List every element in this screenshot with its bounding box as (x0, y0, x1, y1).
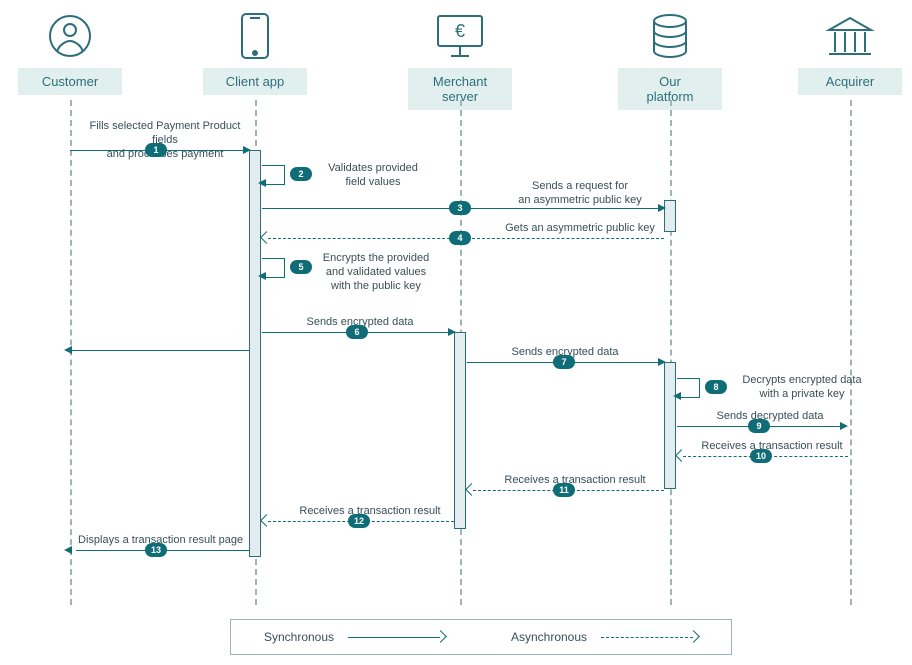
step-num-2: 2 (290, 167, 312, 181)
arrow-head (658, 204, 666, 212)
arrow-head (673, 392, 681, 400)
step-num-11: 11 (553, 483, 575, 497)
phone-icon (195, 10, 315, 62)
arrow-head (258, 272, 266, 280)
arrow-head (243, 146, 251, 154)
lane-merchant: € Merchant server (400, 10, 520, 110)
user-icon (10, 10, 130, 62)
legend: Synchronous Asynchronous (230, 619, 732, 655)
svg-text:€: € (455, 21, 465, 41)
activation-platform-2 (664, 362, 676, 489)
arrow-head (260, 231, 273, 244)
msg-11: Receives a transaction result (495, 474, 655, 488)
lifeline-acquirer (850, 100, 852, 605)
lane-platform: Our platform (610, 10, 730, 110)
legend-label: Asynchronous (511, 630, 587, 644)
step-num-3: 3 (449, 201, 471, 215)
lane-label: Acquirer (798, 68, 902, 95)
step-num-13: 13 (145, 543, 167, 557)
arrow-head (658, 358, 666, 366)
step-num-12: 12 (348, 514, 370, 528)
lane-acquirer: Acquirer (790, 10, 910, 95)
arrow-6b (70, 350, 249, 351)
legend-sync: Synchronous (231, 620, 481, 654)
bank-icon (790, 10, 910, 62)
msg-9: Sends decrypted data (710, 410, 830, 424)
step-num-5: 5 (290, 260, 312, 274)
step-num-1: 1 (145, 143, 167, 157)
msg-12: Receives a transaction result (290, 505, 450, 519)
step-num-9: 9 (748, 419, 770, 433)
lane-client: Client app (195, 10, 315, 95)
msg-2: Validates provided field values (318, 162, 428, 190)
monitor-euro-icon: € (400, 10, 520, 62)
legend-async: Asynchronous (481, 620, 731, 654)
step-num-7: 7 (553, 355, 575, 369)
lane-label: Client app (203, 68, 307, 95)
msg-5: Encrypts the provided and validated valu… (316, 252, 436, 293)
msg-8: Decrypts encrypted data with a private k… (732, 374, 872, 402)
msg-10: Receives a transaction result (692, 440, 852, 454)
activation-client (249, 150, 261, 557)
lane-label: Customer (18, 68, 122, 95)
arrow-head (840, 422, 848, 430)
arrow-head (64, 546, 72, 554)
arrow-head (448, 328, 456, 336)
arrow-head (258, 179, 266, 187)
arrow-head (260, 514, 273, 527)
legend-label: Synchronous (264, 630, 334, 644)
msg-13: Displays a transaction result page (78, 534, 258, 548)
step-num-4: 4 (449, 231, 471, 245)
arrow-head (64, 346, 72, 354)
arrow-head (465, 483, 478, 496)
arrow-head (675, 449, 688, 462)
msg-4: Gets an asymmetric public key (490, 222, 670, 236)
step-num-8: 8 (705, 380, 727, 394)
step-num-10: 10 (750, 449, 772, 463)
step-num-6: 6 (346, 325, 368, 339)
sequence-diagram: Customer Client app € Merchant server (0, 0, 912, 665)
lifeline-platform (670, 100, 672, 605)
lane-customer: Customer (10, 10, 130, 95)
msg-3: Sends a request for an asymmetric public… (500, 180, 660, 208)
activation-merchant (454, 332, 466, 529)
msg-1: Fills selected Payment Product fields an… (80, 120, 250, 161)
database-icon (610, 10, 730, 62)
